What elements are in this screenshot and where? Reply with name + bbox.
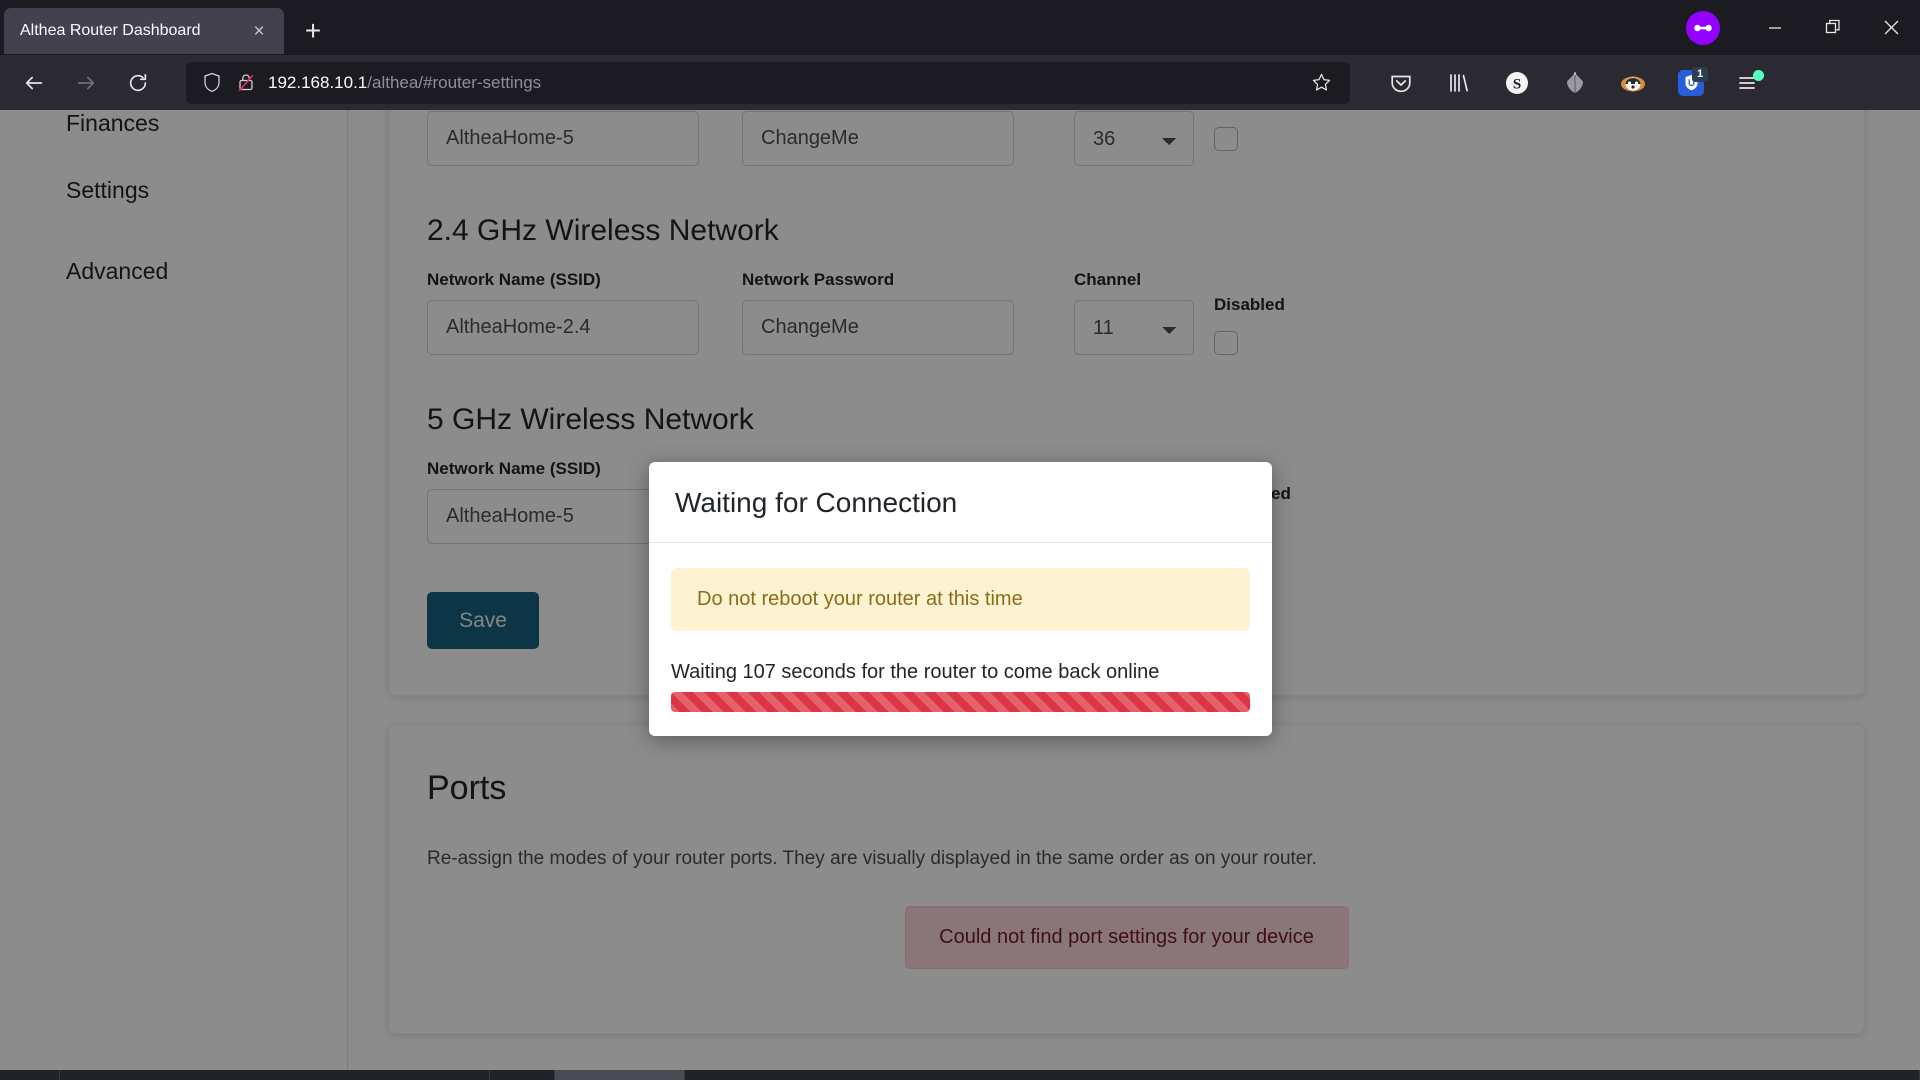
taskbar-segment[interactable] (0, 1070, 60, 1080)
tracking-protection-shield-icon[interactable] (202, 72, 222, 93)
insecure-connection-icon[interactable] (236, 72, 256, 93)
browser-tab-althea-router-dashboard[interactable]: Althea Router Dashboard × (4, 8, 284, 54)
do-not-reboot-warning: Do not reboot your router at this time (671, 568, 1250, 631)
ublock-origin-icon[interactable]: 1 (1670, 62, 1712, 104)
menu-update-dot-icon (1753, 69, 1764, 81)
ublock-block-count-badge: 1 (1692, 66, 1708, 82)
dialog-header: Waiting for Connection (649, 462, 1272, 543)
container-mask-icon[interactable] (1686, 10, 1720, 45)
taskbar-segment-active[interactable] (555, 1070, 685, 1080)
extensions-toolbar: S 1 (1372, 62, 1778, 104)
library-icon[interactable] (1438, 62, 1480, 104)
url-host: 192.168.10.1 (268, 72, 368, 92)
page-viewport: Finances Settings Advanced AltheaHome-5 … (0, 110, 1920, 1070)
browser-window: Althea Router Dashboard × + 192.168.10.1… (0, 0, 1920, 1080)
window-controls (1686, 0, 1920, 55)
restore-window-icon[interactable] (1804, 0, 1862, 55)
tab-bar: Althea Router Dashboard × + (0, 0, 1920, 55)
pocket-icon[interactable] (1380, 62, 1422, 104)
navigation-toolbar: 192.168.10.1/althea/#router-settings S 1 (0, 55, 1920, 110)
bookmark-star-icon[interactable] (1304, 66, 1338, 100)
taskbar-segment[interactable] (60, 1070, 490, 1080)
dialog-body: Do not reboot your router at this time W… (649, 543, 1272, 736)
privacy-badger-icon[interactable] (1612, 62, 1654, 104)
back-icon[interactable] (13, 62, 55, 104)
taskbar-segment[interactable] (685, 1070, 1920, 1080)
svg-text:S: S (1513, 76, 1521, 92)
wait-progress-bar (671, 692, 1250, 712)
new-tab-icon[interactable]: + (294, 12, 332, 50)
metamask-icon[interactable] (1554, 62, 1596, 104)
os-taskbar (0, 1070, 1920, 1080)
reload-icon[interactable] (117, 62, 159, 104)
close-tab-icon[interactable]: × (246, 18, 272, 44)
close-window-icon[interactable] (1862, 0, 1920, 55)
waiting-for-connection-dialog: Waiting for Connection Do not reboot you… (649, 462, 1272, 736)
address-bar[interactable]: 192.168.10.1/althea/#router-settings (186, 61, 1350, 104)
url-display: 192.168.10.1/althea/#router-settings (268, 73, 1304, 93)
minimize-window-icon[interactable] (1746, 0, 1804, 55)
app-menu-icon[interactable] (1728, 62, 1770, 104)
taskbar-segment[interactable] (490, 1070, 555, 1080)
dialog-title: Waiting for Connection (675, 487, 958, 518)
tab-title: Althea Router Dashboard (20, 22, 201, 39)
forward-icon[interactable] (65, 62, 107, 104)
snowflake-extension-icon[interactable]: S (1496, 62, 1538, 104)
url-path: /althea/#router-settings (367, 72, 542, 92)
wait-status-text: Waiting 107 seconds for the router to co… (671, 661, 1160, 683)
